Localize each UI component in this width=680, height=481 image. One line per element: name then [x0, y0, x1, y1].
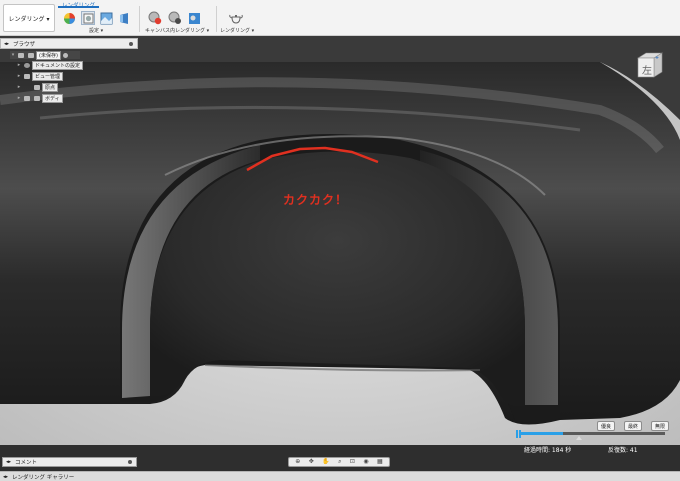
zoom-window-icon[interactable]: ⊡	[350, 458, 355, 466]
quality-infinite-button[interactable]: 無限	[651, 421, 670, 431]
tree-item-origin[interactable]: ▸ 原点	[16, 82, 59, 92]
progress-start-marker	[516, 430, 518, 438]
pin-icon[interactable]	[128, 460, 132, 464]
tree-item-label: ボディ	[42, 93, 63, 103]
collapse-arrow-icon[interactable]: ◂▸	[3, 474, 8, 480]
render-group-label[interactable]: レンダリング ▾	[220, 27, 254, 34]
viewcube[interactable]: 左	[636, 50, 664, 80]
annotation-text: カクカク！	[283, 193, 349, 207]
render-progress-fill	[519, 432, 563, 435]
setup-group-label[interactable]: 設定 ▾	[89, 27, 103, 34]
rendered-model	[0, 36, 680, 445]
folder-icon	[34, 84, 40, 90]
gear-icon	[24, 62, 30, 68]
radio-icon[interactable]	[62, 52, 68, 58]
comments-title: コメント	[15, 460, 38, 466]
render-viewport[interactable]	[0, 36, 680, 445]
grid-settings-icon[interactable]: ▦	[377, 458, 383, 466]
toolbar-separator	[139, 6, 140, 32]
folder-icon	[24, 73, 30, 79]
decal-icon[interactable]	[117, 11, 131, 25]
expand-arrow-icon[interactable]: ▸	[16, 73, 22, 79]
tree-item-label: 原点	[42, 82, 59, 92]
progress-slider-handle[interactable]	[576, 436, 582, 440]
tree-item-view-management[interactable]: ▸ ビュー管理	[16, 71, 64, 81]
browser-panel[interactable]: ◂▸ ブラウザ	[0, 38, 138, 49]
navigation-bar: ⊕ ✥ ✋ ⌕ ⊡ ◉ ▦	[288, 457, 390, 467]
collapse-arrow-icon[interactable]: ◂▸	[4, 41, 9, 47]
pin-icon[interactable]	[129, 42, 133, 46]
render-teapot-icon[interactable]	[229, 11, 243, 25]
expand-arrow-icon[interactable]: ▸	[16, 62, 22, 68]
scene-settings-icon[interactable]	[81, 11, 95, 25]
quality-standard-button[interactable]: 優良	[597, 421, 616, 431]
toolbar-separator	[216, 6, 217, 32]
gallery-title: レンダリング ギャラリー	[12, 474, 75, 481]
tree-item-bodies[interactable]: ▸ ボディ	[16, 93, 63, 103]
zoom-icon[interactable]: ⌕	[338, 458, 341, 466]
expand-arrow-icon[interactable]: ▸	[16, 84, 22, 90]
folder-icon	[34, 95, 40, 101]
orbit-icon[interactable]: ⊕	[295, 458, 300, 466]
rendering-gallery-bar[interactable]: ◂▸ レンダリング ギャラリー	[0, 471, 680, 481]
eye-icon[interactable]	[24, 95, 30, 101]
collapse-arrow-icon[interactable]: ◂▸	[6, 459, 11, 465]
browser-title: ブラウザ	[13, 41, 36, 48]
in-canvas-stop-icon[interactable]	[168, 11, 182, 25]
in-canvas-render-icon[interactable]	[148, 11, 162, 25]
expand-arrow-icon[interactable]: ▸	[16, 95, 22, 101]
expand-arrow-icon[interactable]: ▾	[10, 52, 16, 58]
tree-root-label: (未保存)	[36, 50, 61, 60]
elapsed-time-text: 経過時間: 184 秒	[524, 447, 572, 454]
toolbar: レンダリング ▾ レンダリング 設定 ▾ キャンバス内レンダリング ▾ レンダリ…	[0, 0, 680, 36]
display-settings-icon[interactable]: ◉	[363, 458, 368, 466]
tree-item-label: ビュー管理	[32, 71, 64, 81]
tab-render[interactable]: レンダリング	[58, 0, 100, 9]
tree-item-label: ドキュメントの設定	[32, 60, 84, 70]
tree-root[interactable]: ▾ (未保存)	[10, 50, 80, 60]
viewcube-face-label: 左	[642, 66, 652, 77]
comments-panel[interactable]: ◂▸ コメント	[2, 457, 137, 467]
document-icon	[28, 52, 34, 58]
capture-image-icon[interactable]	[187, 11, 201, 25]
eye-icon[interactable]	[18, 52, 24, 58]
app-window: レンダリング ▾ レンダリング 設定 ▾ キャンバス内レンダリング ▾ レンダリ…	[0, 0, 680, 481]
workspace-switcher[interactable]: レンダリング ▾	[3, 4, 55, 32]
hand-icon[interactable]: ✋	[322, 458, 329, 466]
texture-map-icon[interactable]	[99, 11, 113, 25]
appearance-icon[interactable]	[62, 11, 76, 25]
iterations-text: 反復数: 41	[608, 447, 638, 454]
quality-final-button[interactable]: 最終	[624, 421, 643, 431]
render-progress-track	[519, 432, 665, 435]
in-canvas-group-label[interactable]: キャンバス内レンダリング ▾	[145, 27, 209, 34]
tree-item-document-settings[interactable]: ▸ ドキュメントの設定	[16, 60, 84, 70]
pan-icon[interactable]: ✥	[309, 458, 314, 466]
